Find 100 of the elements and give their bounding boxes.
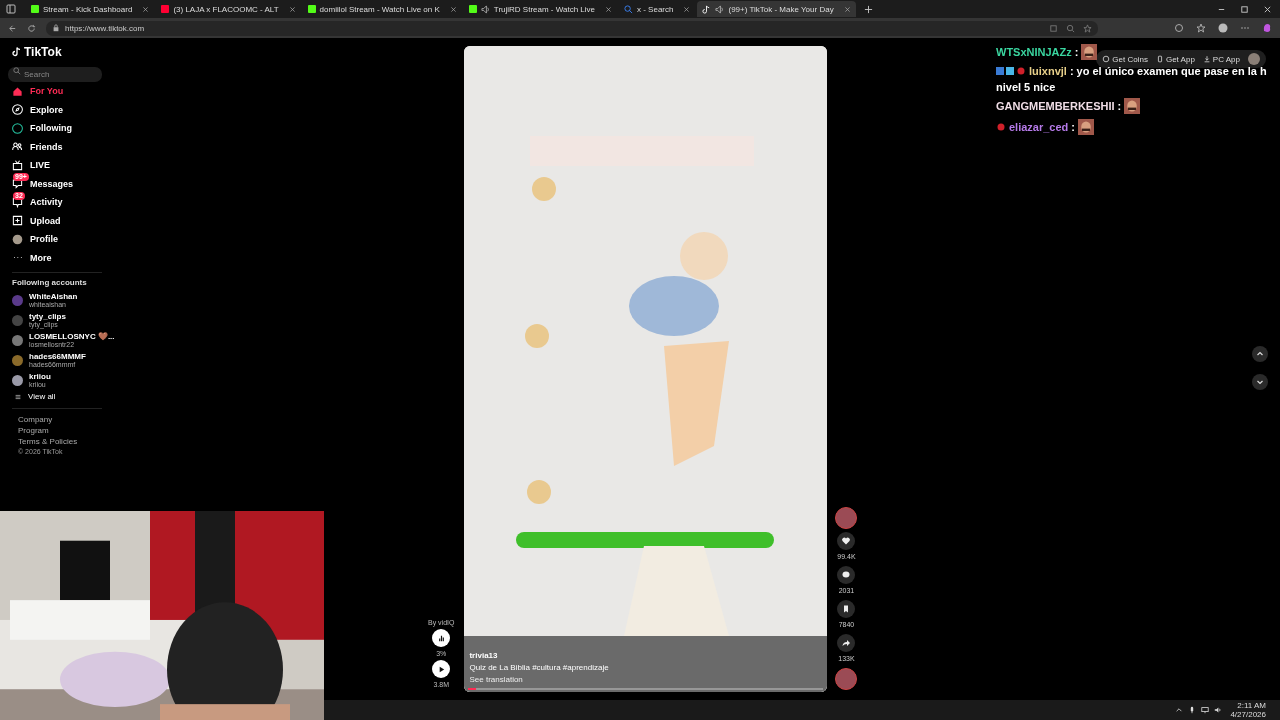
nav-item[interactable]: Profile (30, 234, 58, 245)
phone-icon (1155, 55, 1164, 63)
nav-item[interactable]: Activity (30, 197, 63, 208)
chat-message: yo el único examen que pase en la h (1076, 65, 1267, 77)
close-icon[interactable] (683, 5, 691, 13)
next-video-button[interactable] (1252, 374, 1268, 390)
restore-icon[interactable] (1240, 4, 1249, 14)
upload-icon (12, 215, 23, 227)
footer-link[interactable]: Terms & Policies (8, 436, 128, 447)
account-name[interactable]: kriiou (29, 372, 51, 381)
bookmark-button[interactable] (837, 600, 856, 618)
nav-item[interactable]: Following (30, 123, 72, 134)
close-icon[interactable] (449, 5, 457, 13)
see-translation-link[interactable]: See translation (469, 675, 523, 684)
avatar-icon[interactable] (12, 374, 23, 386)
nav-item[interactable]: Upload (30, 215, 61, 226)
account-name[interactable]: LOSMELLOSNYC 🤎... (29, 332, 115, 341)
footer-link[interactable]: Program (8, 425, 128, 436)
footer-link[interactable]: Company (8, 414, 128, 425)
following-icon (12, 122, 23, 134)
heart-icon (841, 536, 852, 546)
like-button[interactable] (837, 532, 856, 550)
search-icon (624, 4, 633, 14)
section-heading: Following accounts (11, 278, 88, 287)
previous-video-button[interactable] (1252, 346, 1268, 362)
avatar-icon[interactable] (835, 507, 858, 529)
activity-icon (12, 196, 23, 208)
account-name[interactable]: WhiteAishan (29, 292, 78, 301)
browser-tab[interactable]: x - Search (619, 1, 696, 17)
separator-text: : (1071, 121, 1075, 133)
download-icon (1202, 55, 1211, 63)
view-all-link[interactable]: View all (28, 392, 56, 401)
chat-username[interactable]: GANGMEMBERKESHII (996, 100, 1115, 112)
separator-text: : (1074, 46, 1079, 58)
browser-tab[interactable]: TrujiRD Stream - Watch Live (463, 1, 617, 17)
author-name[interactable]: trivia13 (469, 651, 498, 660)
tab-actions-icon[interactable] (6, 4, 16, 14)
speaker-icon[interactable] (480, 4, 490, 14)
address-field[interactable]: https://www.tiktok.com (65, 23, 145, 33)
share-icon (841, 638, 852, 648)
separator-text: : (1117, 100, 1122, 112)
browser-tab[interactable]: (99+) TikTok - Make Your Day (697, 1, 856, 17)
star-icon[interactable] (1083, 23, 1092, 33)
network-icon[interactable] (1201, 706, 1210, 714)
back-icon[interactable] (8, 23, 17, 33)
list-icon (14, 392, 22, 401)
chat-username[interactable]: luixnvjl (1029, 65, 1067, 77)
favorites-icon[interactable] (1196, 23, 1206, 33)
header-link[interactable]: PC App (1202, 54, 1240, 64)
avatar-icon[interactable] (1248, 53, 1260, 65)
message-icon (12, 178, 23, 190)
nav-item[interactable]: For You (30, 86, 64, 97)
browser-tab[interactable]: domiilol Stream - Watch Live on K (302, 1, 462, 17)
chevron-up-icon[interactable] (1175, 706, 1184, 714)
header-link[interactable]: Get Coins (1102, 54, 1148, 64)
favicon-icon (307, 5, 316, 13)
reload-icon[interactable] (27, 23, 36, 33)
browser-tab[interactable]: (3) LAJA x FLACOOMC - ALT (156, 1, 301, 17)
avatar-icon (12, 233, 23, 245)
zoom-icon[interactable] (1066, 23, 1075, 33)
account-name[interactable]: tyty_clips (29, 312, 66, 321)
close-icon[interactable] (1263, 4, 1272, 14)
speaker-icon[interactable] (715, 4, 725, 14)
comment-button[interactable] (837, 566, 856, 584)
search-field[interactable]: Search (8, 67, 102, 82)
nav-item[interactable]: LIVE (30, 160, 50, 171)
note-icon (702, 4, 712, 14)
play-button[interactable] (432, 660, 451, 678)
chat-message: nivel 5 nice (996, 81, 1057, 93)
nav-item[interactable]: More (30, 252, 52, 263)
avatar-icon[interactable] (1218, 23, 1228, 33)
account-name[interactable]: hades66MMMF (29, 352, 86, 361)
favicon-icon (31, 5, 39, 13)
extensions-icon[interactable] (1174, 23, 1184, 33)
clock-date[interactable]: 4/27/2026 (1230, 710, 1266, 719)
close-icon[interactable] (288, 5, 296, 13)
browser-tab[interactable]: Stream - Kick Dashboard (26, 1, 155, 17)
logo-icon[interactable] (12, 46, 22, 57)
search-icon (13, 66, 21, 75)
coin-icon (1102, 55, 1111, 63)
nav-item[interactable]: Friends (30, 141, 63, 152)
clock-time[interactable]: 2:11 AM (1237, 701, 1266, 710)
chat-username[interactable]: eliazar_ced (1009, 121, 1069, 133)
stats-button[interactable] (432, 629, 451, 647)
copilot-icon[interactable] (1262, 23, 1272, 33)
logo-text[interactable]: TikTok (24, 44, 62, 59)
avatar-icon[interactable] (12, 334, 23, 346)
chat-username[interactable]: WTSxNINJAZz (996, 46, 1072, 58)
volume-icon[interactable] (1214, 706, 1223, 714)
comment-icon (841, 570, 852, 580)
header-link[interactable]: Get App (1155, 54, 1195, 64)
share-button[interactable] (837, 634, 856, 652)
close-icon[interactable] (142, 5, 150, 13)
nav-item[interactable]: Explore (30, 104, 63, 115)
avatar-icon[interactable] (12, 354, 23, 366)
nav-item[interactable]: Messages (30, 178, 74, 189)
close-icon[interactable] (605, 5, 612, 13)
lock-icon[interactable] (52, 24, 60, 32)
new-tab-icon[interactable] (863, 4, 873, 14)
avatar-icon[interactable] (835, 668, 858, 690)
